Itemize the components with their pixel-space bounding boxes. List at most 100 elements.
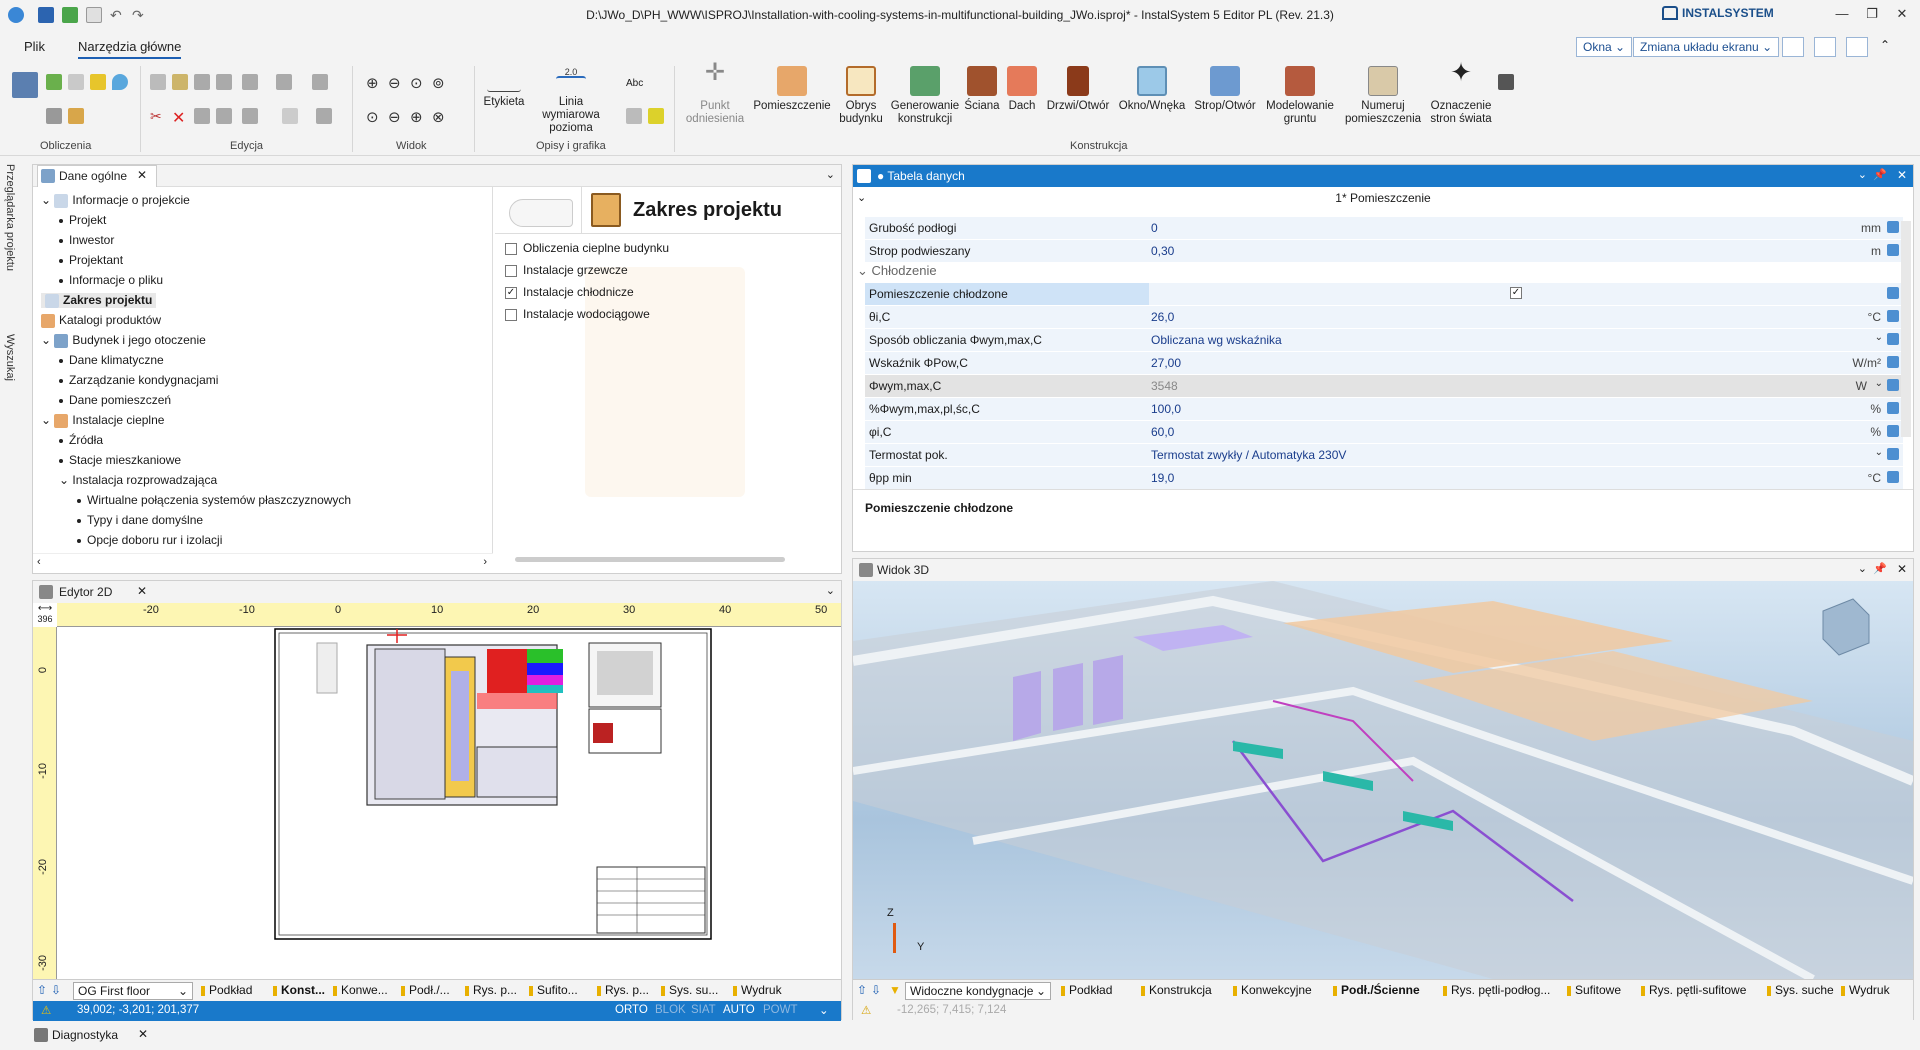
view-tab[interactable]: Podkład <box>201 983 252 997</box>
pin-icon[interactable]: 📌 <box>1873 562 1887 575</box>
property-value[interactable]: 0,30 <box>1151 244 1174 258</box>
collapse-ribbon-icon[interactable]: ⌃ <box>1880 38 1890 52</box>
scope-option[interactable]: ✓ Instalacje chłodnicze <box>505 285 634 299</box>
tree-scrollbar[interactable]: ‹ › <box>33 553 493 573</box>
pan-icon[interactable]: ⊗ <box>432 108 448 126</box>
checkbox[interactable]: ✓ <box>505 286 517 299</box>
close-tab-icon[interactable]: ✕ <box>138 1027 148 1041</box>
zoom-window-icon[interactable]: ⊙ <box>410 74 426 92</box>
property-row[interactable]: θpp min 19,0 °C <box>865 467 1903 489</box>
property-row[interactable]: Pomieszczenie chłodzone ✓ <box>865 283 1903 305</box>
grid-scrollbar[interactable] <box>1901 221 1911 437</box>
table-icon[interactable] <box>626 108 642 124</box>
tree-item[interactable]: Opcje doboru rur i izolacji <box>77 533 222 547</box>
close-panel-icon[interactable]: ✕ <box>1897 168 1907 182</box>
visible-floors-dropdown[interactable]: Widoczne kondygnacje ⌄ <box>905 982 1051 1000</box>
minimize-button[interactable]: — <box>1830 6 1854 24</box>
generowanie-button[interactable]: Generowanie konstrukcji <box>890 66 960 126</box>
edit-icon-1[interactable] <box>194 74 210 90</box>
layout-dropdown[interactable]: Zmiana układu ekranu ⌄ <box>1633 37 1780 57</box>
tree-item[interactable]: Zakres projektu <box>41 293 157 308</box>
status-siat[interactable]: SIAT <box>691 1004 716 1016</box>
property-value[interactable]: Obliczana wg wskaźnika <box>1151 333 1282 347</box>
extra-icon[interactable] <box>1498 74 1514 90</box>
view-tab[interactable]: Konstrukcja <box>1141 983 1212 997</box>
zoom-next-icon[interactable]: ⊕ <box>410 108 426 126</box>
diagnostics-tab[interactable]: Diagnostyka ✕ <box>32 1024 152 1046</box>
panel-menu-icon[interactable]: ⌄ <box>1858 562 1867 575</box>
pin-icon[interactable]: 📌 <box>1873 168 1887 181</box>
zoom-extents-icon[interactable]: ⊙ <box>366 108 382 126</box>
zoom-prev-icon[interactable]: ⊖ <box>388 108 404 126</box>
panel-menu-icon[interactable]: ⌄ <box>826 168 835 181</box>
chevron-down-icon[interactable]: ⌄ <box>1875 332 1883 343</box>
property-row[interactable]: Sposób obliczania Φwym,max,C Obliczana wg… <box>865 329 1903 351</box>
property-row[interactable]: φi,C 60,0% <box>865 421 1903 443</box>
oznaczenie-button[interactable]: ✦ Oznaczenie stron świata <box>1426 59 1496 126</box>
scope-option[interactable]: Instalacje wodociągowe <box>505 307 650 321</box>
calc-icon-2[interactable] <box>68 74 84 90</box>
copy-value-icon[interactable] <box>1887 287 1899 299</box>
floor-down-icon[interactable]: ⇩ <box>871 983 881 997</box>
checkbox[interactable] <box>505 264 517 277</box>
property-value[interactable]: 0 <box>1151 221 1158 235</box>
scroll-right-icon[interactable]: › <box>483 556 487 568</box>
panel-menu-icon[interactable]: ⌄ <box>826 584 835 597</box>
property-row[interactable]: Φwym,max,C 3548 W ⌄ <box>865 375 1903 397</box>
cut-icon[interactable]: ✂ <box>150 108 166 124</box>
drzwi-button[interactable]: Drzwi/Otwór <box>1042 66 1114 113</box>
edit-icon-8[interactable] <box>242 108 258 124</box>
side-tab-wyszukaj[interactable]: Wyszukaj <box>4 334 16 381</box>
close-button[interactable]: ✕ <box>1890 6 1914 24</box>
floor-up-icon[interactable]: ⇧ <box>857 983 867 997</box>
view-tab[interactable]: Wydruk <box>733 983 782 997</box>
tree-item[interactable]: Źródła <box>59 433 103 447</box>
linia-wymiarowa-button[interactable]: 2.0 Linia wymiarowa pozioma <box>530 66 612 135</box>
tree-item[interactable]: Informacje o pliku <box>59 273 163 287</box>
property-value[interactable]: 19,0 <box>1151 471 1174 485</box>
copy-value-icon[interactable] <box>1887 244 1899 256</box>
property-value[interactable]: 3548 <box>1151 379 1178 393</box>
property-row[interactable]: Strop podwieszany 0,30 m <box>865 240 1903 262</box>
view-tab[interactable]: Rys. p... <box>465 983 517 997</box>
view-tab[interactable]: Konwe... <box>333 983 388 997</box>
pomieszczenie-button[interactable]: Pomieszczenie <box>750 66 834 113</box>
dach-button[interactable]: Dach <box>1004 66 1040 113</box>
checkbox[interactable] <box>505 242 517 255</box>
scope-scrollbar[interactable] <box>515 557 785 562</box>
copy-value-icon[interactable] <box>1887 333 1899 345</box>
expand-icon[interactable]: ⌄ <box>41 413 54 427</box>
calc-icon-6[interactable] <box>68 108 84 124</box>
floor-down-icon[interactable]: ⇩ <box>51 983 61 997</box>
side-tab-przegladarka[interactable]: Przeglądarka projektu <box>4 164 16 271</box>
edit-icon-4[interactable] <box>276 74 292 90</box>
view-tab[interactable]: Podkład <box>1061 983 1112 997</box>
calc-icon-5[interactable] <box>46 108 62 124</box>
section-chlodzenie[interactable]: ⌄ Chłodzenie <box>857 263 937 279</box>
tree-item[interactable]: Inwestor <box>59 233 114 247</box>
view-tab[interactable]: Konwekcyjne <box>1233 983 1312 997</box>
edit-icon-5[interactable] <box>312 74 328 90</box>
view-tab[interactable]: Rys. p... <box>597 983 649 997</box>
tree-item[interactable]: Zarządzanie kondygnacjami <box>59 373 218 387</box>
maximize-button[interactable]: ❐ <box>1860 6 1884 24</box>
calc-icon-1[interactable] <box>46 74 62 90</box>
view-tab[interactable]: Podł./... <box>401 983 450 997</box>
edit-icon-3[interactable] <box>242 74 258 90</box>
view-cube-icon[interactable] <box>1822 598 1870 656</box>
punkt-odniesienia-button[interactable]: ✛ Punkt odniesienia <box>682 61 748 126</box>
view-tab[interactable]: Sys. suche <box>1767 983 1834 997</box>
copy-value-icon[interactable] <box>1887 356 1899 368</box>
drawing-canvas[interactable] <box>57 627 841 979</box>
edit-icon-7[interactable] <box>216 108 232 124</box>
help-icon[interactable] <box>1846 37 1868 57</box>
zoom-out-icon[interactable]: ⊖ <box>388 74 404 92</box>
chevron-down-icon[interactable]: ⌄ <box>819 1003 829 1017</box>
chevron-down-icon[interactable]: ⌄ <box>1875 447 1883 458</box>
tree-item[interactable]: ⌄ Instalacje cieplne <box>41 413 164 428</box>
property-value[interactable]: 27,00 <box>1151 356 1181 370</box>
scroll-left-icon[interactable]: ‹ <box>37 556 41 568</box>
view-tab[interactable]: Sys. su... <box>661 983 718 997</box>
strop-button[interactable]: Strop/Otwór <box>1190 66 1260 113</box>
floor-up-icon[interactable]: ⇧ <box>37 983 47 997</box>
